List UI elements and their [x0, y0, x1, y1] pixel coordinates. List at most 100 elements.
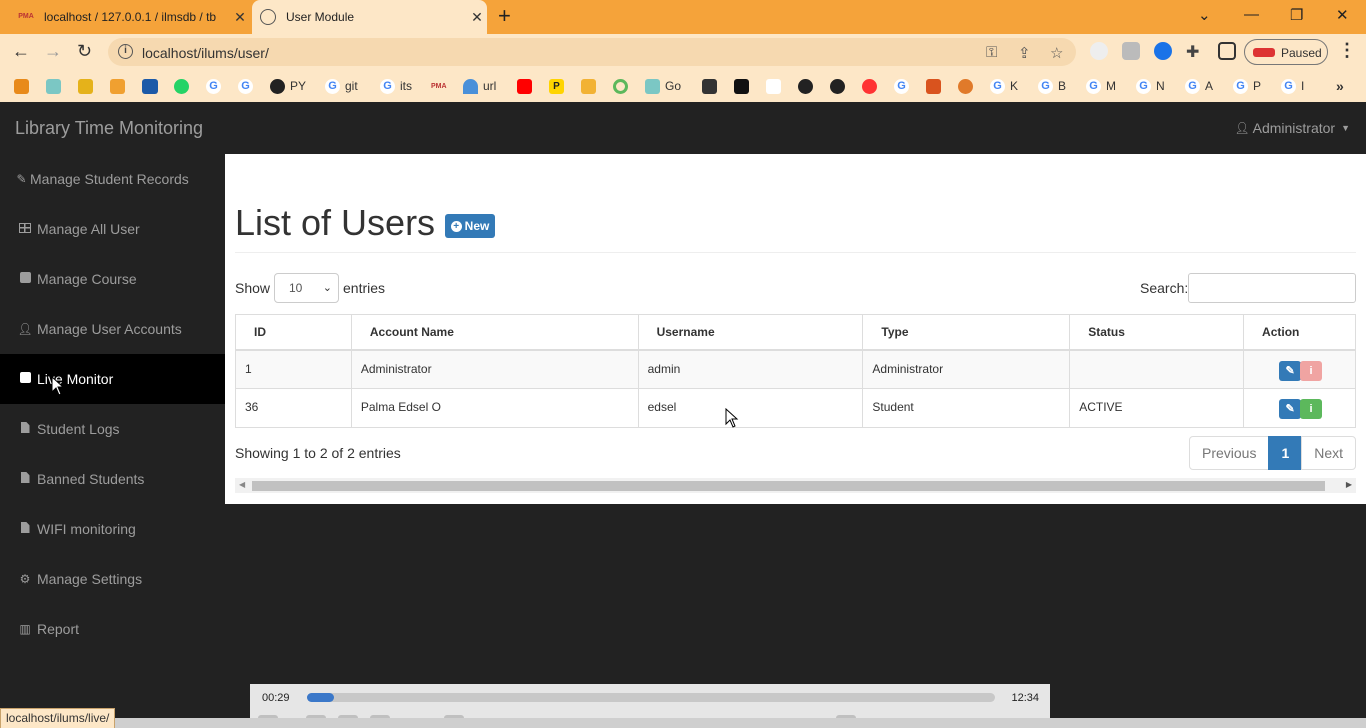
bookmark-runner[interactable] [766, 76, 786, 96]
horizontal-scrollbar[interactable]: ◀ ▶ [235, 478, 1356, 493]
bookmark-k[interactable]: GK [990, 76, 1018, 96]
edit-button[interactable]: ✎ [1279, 399, 1302, 419]
bookmark-google-1[interactable]: G [206, 76, 226, 96]
entries-length-value: 10 [289, 281, 303, 295]
info-button[interactable]: i [1300, 360, 1323, 381]
address-bar[interactable]: i localhost/ilums/user/ ⚿ ⇪ ☆ [108, 38, 1076, 66]
bookmark-youtube[interactable] [517, 76, 537, 96]
close-tab-icon[interactable]: ✕ [230, 9, 250, 26]
youtube-icon [517, 78, 532, 94]
column-header-username[interactable]: Username [637, 314, 864, 351]
user-menu-dropdown[interactable]: 👤︎ Administrator ▼ [1234, 120, 1350, 136]
browser-tab-bar: PMA localhost / 127.0.0.1 / ilmsdb / tb … [0, 0, 1366, 34]
info-button[interactable]: i [1300, 399, 1323, 419]
bookmark-github-py[interactable]: PY [270, 76, 306, 96]
bookmark-label: url [483, 79, 497, 93]
bookmark-eye[interactable] [958, 76, 978, 96]
sidebar-item-manage-all-user[interactable]: Manage All User [0, 204, 225, 254]
share-icon[interactable]: ⇪ [1018, 44, 1031, 62]
new-user-button[interactable]: + New [445, 214, 495, 238]
sidebar-item-banned-students[interactable]: Banned Students [0, 454, 225, 504]
bookmark-google-2[interactable]: G [238, 76, 258, 96]
column-header-account-name[interactable]: Account Name [350, 314, 639, 351]
back-arrow-icon[interactable]: ← [12, 41, 30, 61]
bookmark-yandex[interactable] [862, 76, 882, 96]
sidebar-item-student-logs[interactable]: Student Logs [0, 404, 225, 454]
forward-arrow-icon[interactable]: → [44, 41, 62, 61]
bookmark-ring[interactable] [613, 76, 633, 96]
brand-title[interactable]: Library Time Monitoring [15, 118, 203, 139]
bookmark-spiral[interactable] [46, 76, 66, 96]
bookmark-m[interactable]: GM [1086, 76, 1116, 96]
tab-user-module[interactable]: User Module ✕ [252, 0, 487, 34]
bookmark-url[interactable]: url [463, 76, 496, 96]
bookmark-matlab[interactable] [926, 76, 946, 96]
bookmark-p[interactable]: P [549, 76, 569, 96]
close-window-button[interactable]: ✕ [1336, 6, 1349, 24]
bookmark-circle-2[interactable] [830, 76, 850, 96]
sidebar-item-manage-course[interactable]: Manage Course [0, 254, 225, 304]
bookmark-icon [14, 78, 29, 94]
entries-length-select[interactable]: 10 ⌄ [274, 273, 339, 303]
scroll-right-icon[interactable]: ▶ [1346, 480, 1352, 489]
bookmark-a[interactable]: GA [1185, 76, 1213, 96]
tab-search-icon[interactable]: ⌄ [1198, 6, 1211, 24]
profile-avatar-icon [1253, 48, 1275, 57]
bookmark-black-1[interactable] [702, 76, 722, 96]
search-input[interactable] [1188, 273, 1356, 303]
bookmark-whatsapp[interactable] [174, 76, 194, 96]
more-menu-icon[interactable]: ⋮ [1338, 40, 1356, 61]
extension-icon[interactable] [1122, 42, 1140, 60]
restore-button[interactable]: ❐ [1290, 6, 1303, 24]
scroll-left-icon[interactable]: ◀ [239, 480, 245, 489]
new-tab-button[interactable]: + [498, 5, 511, 27]
bookmark-chart[interactable] [110, 76, 130, 96]
bookmark-i[interactable]: GI [1281, 76, 1304, 96]
bookmark-its[interactable]: Gits [380, 76, 412, 96]
sidebar-item-report[interactable]: ▥ Report [0, 604, 225, 654]
bookmark-p2[interactable]: GP [1233, 76, 1261, 96]
column-header-status[interactable]: Status [1069, 314, 1245, 351]
tab-phpmyadmin[interactable]: PMA localhost / 127.0.0.1 / ilmsdb / tb … [8, 0, 250, 34]
puzzle-icon[interactable]: ✚ [1186, 42, 1204, 61]
scrollbar-thumb[interactable] [252, 481, 1325, 491]
profile-paused-button[interactable]: Paused [1244, 39, 1328, 65]
a-extension-icon[interactable] [1154, 42, 1172, 60]
minimize-button[interactable]: — [1244, 6, 1259, 23]
sidebar-item-manage-settings[interactable]: ⚙ Manage Settings [0, 554, 225, 604]
cell-username: edsel [637, 388, 864, 428]
sidebar-item-manage-user-accounts[interactable]: 👤︎ Manage User Accounts [0, 304, 225, 354]
sidebar-item-wifi-monitoring[interactable]: WIFI monitoring [0, 504, 225, 554]
bookmark-google-3[interactable]: G [894, 76, 914, 96]
page-1-button[interactable]: 1 [1268, 436, 1303, 470]
bookmark-arrow[interactable] [14, 76, 34, 96]
next-page-button[interactable]: Next [1301, 436, 1357, 470]
site-info-icon[interactable]: i [118, 44, 133, 59]
sidebar-icon[interactable] [1218, 42, 1236, 60]
bookmark-circle-1[interactable] [798, 76, 818, 96]
bookmark-pma[interactable]: PMA [431, 76, 451, 96]
bookmark-go[interactable]: Go [645, 76, 681, 96]
more-bookmarks-icon[interactable]: » [1336, 76, 1344, 96]
column-header-id[interactable]: ID [235, 314, 352, 351]
panda-extension-icon[interactable] [1090, 42, 1108, 60]
previous-page-button[interactable]: Previous [1189, 436, 1270, 470]
bookmark-black-2[interactable] [734, 76, 754, 96]
star-icon[interactable]: ☆ [1050, 44, 1063, 62]
bookmark-n[interactable]: GN [1136, 76, 1165, 96]
bookmark-git[interactable]: Ggit [325, 76, 358, 96]
column-header-type[interactable]: Type [862, 314, 1071, 351]
key-icon[interactable]: ⚿ [986, 44, 997, 61]
bookmark-camera[interactable] [581, 76, 601, 96]
bookmark-ieee[interactable] [142, 76, 163, 96]
edit-button[interactable]: ✎ [1279, 360, 1302, 381]
bookmark-yellow[interactable] [78, 76, 98, 96]
sidebar-item-manage-student-records[interactable]: ✎ Manage Student Records [0, 154, 225, 204]
bookmark-b[interactable]: GB [1038, 76, 1066, 96]
column-header-action[interactable]: Action [1243, 314, 1356, 351]
video-seek-bar[interactable] [307, 693, 995, 702]
google-icon: G [1281, 78, 1296, 94]
close-tab-icon[interactable]: ✕ [467, 9, 487, 26]
reload-icon[interactable]: ↻ [77, 41, 92, 61]
sidebar-item-live-monitor[interactable]: Live Monitor [0, 354, 225, 404]
